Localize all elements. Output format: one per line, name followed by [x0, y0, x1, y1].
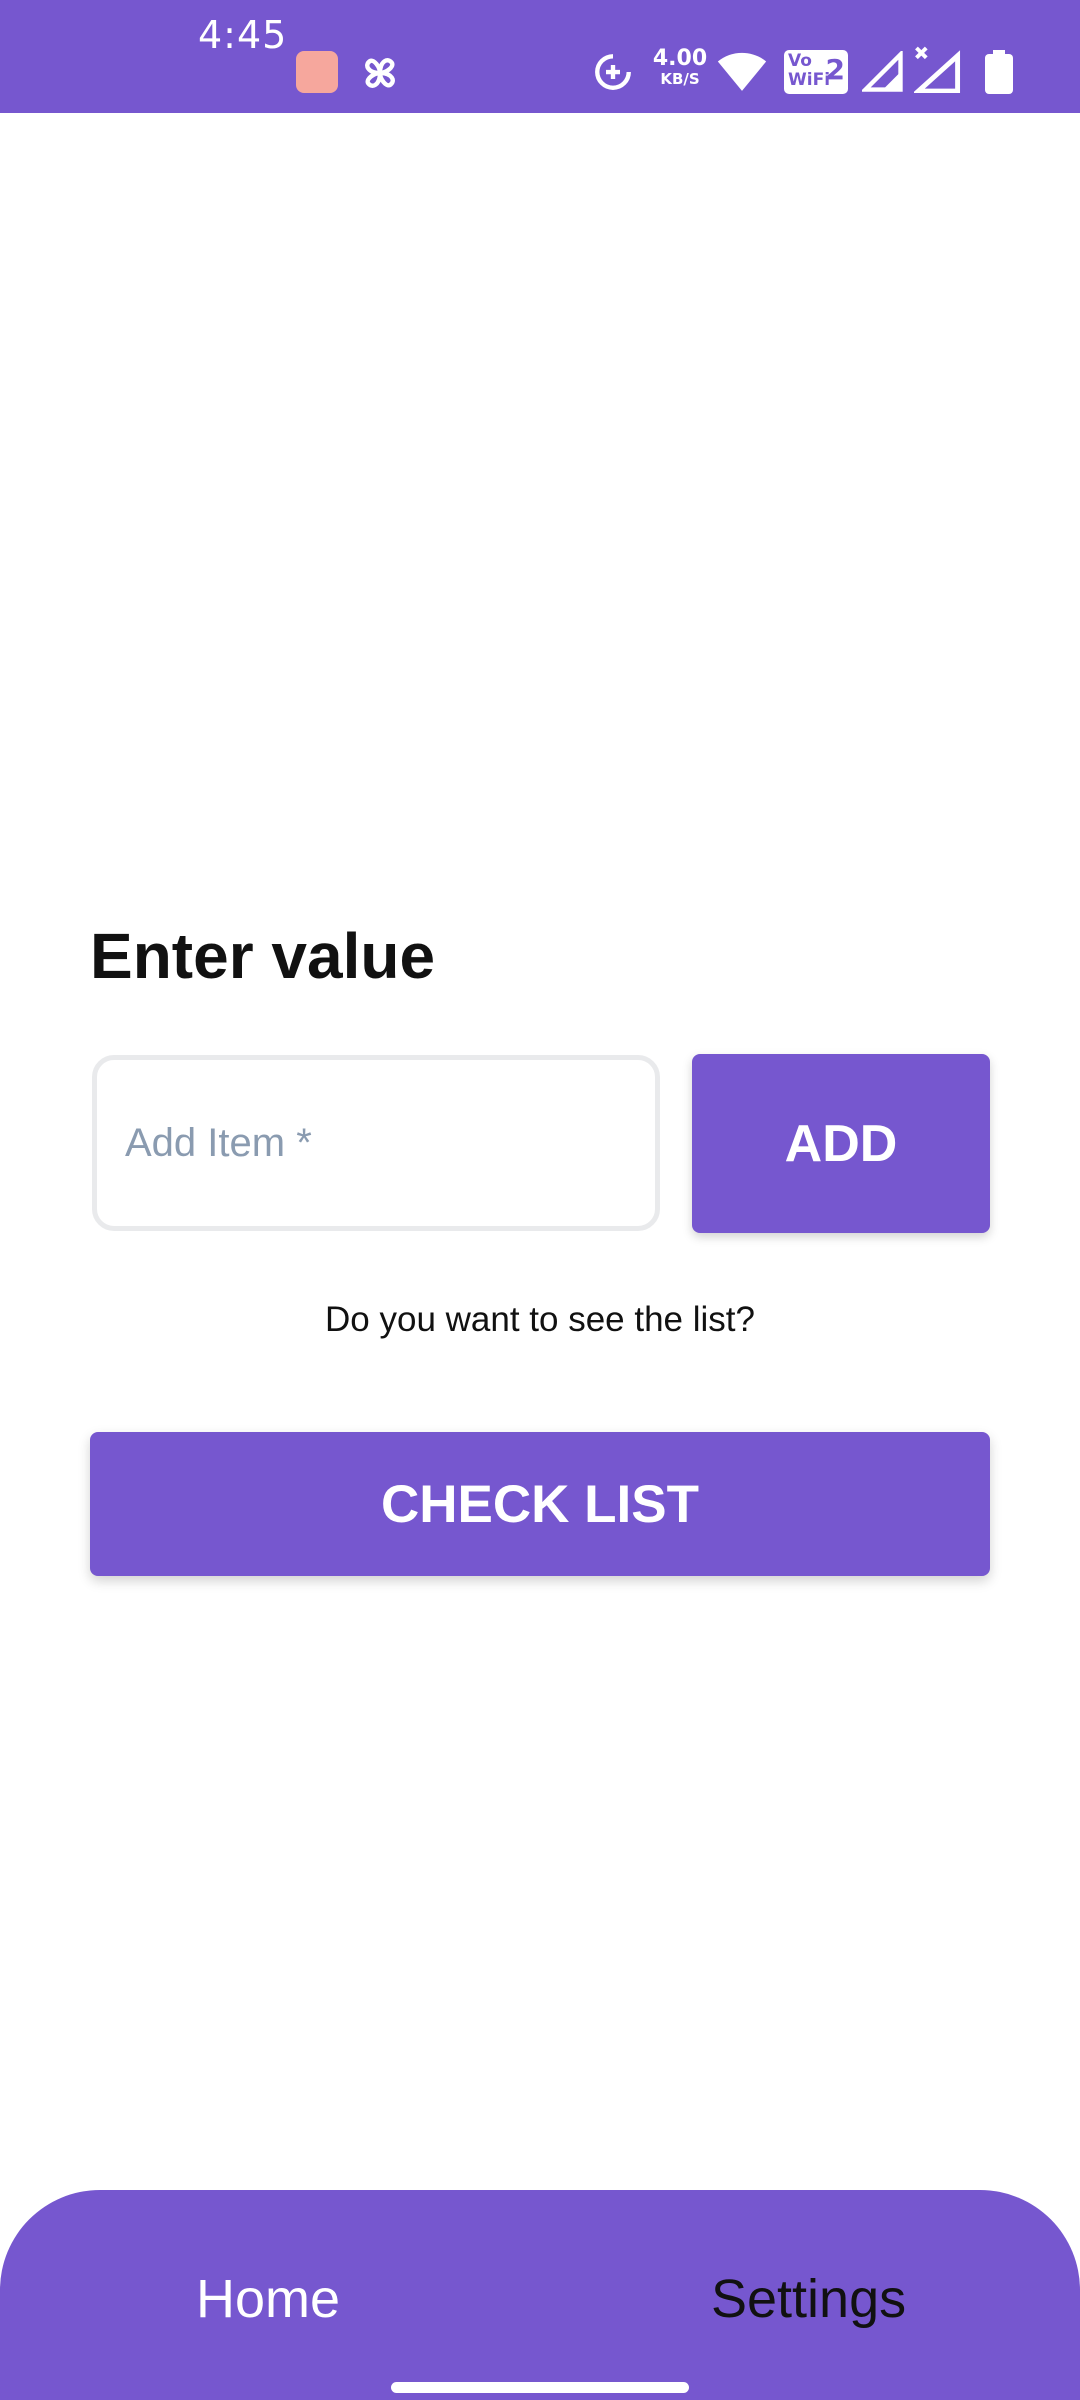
page-title: Enter value — [90, 920, 436, 992]
see-list-prompt: Do you want to see the list? — [325, 1300, 755, 1339]
vowifi-sim: 2 — [825, 53, 845, 86]
app-notification-icon — [296, 51, 338, 93]
status-bar: 4:45 4.00 KB/S Vo WiFi 2 — [0, 0, 1080, 113]
nav-home[interactable]: Home — [196, 2264, 340, 2334]
add-item-input[interactable] — [125, 1060, 625, 1226]
signal-icon — [862, 51, 903, 92]
wifi-icon — [717, 52, 767, 91]
signal-no-data-icon — [914, 46, 961, 93]
network-speed-unit: KB/S — [660, 70, 700, 88]
gesture-home-indicator[interactable] — [391, 2382, 689, 2393]
bottom-navigation: Home Settings — [0, 2190, 1080, 2400]
battery-icon — [985, 50, 1013, 94]
data-saver-icon — [595, 54, 631, 90]
network-speed-value: 4.00 — [652, 46, 708, 71]
add-item-field-container[interactable] — [92, 1055, 660, 1231]
pinwheel-icon — [365, 58, 395, 88]
vowifi-icon: Vo WiFi 2 — [784, 50, 848, 94]
status-time: 4:45 — [198, 13, 288, 57]
check-list-button[interactable]: CHECK LIST — [90, 1432, 990, 1576]
add-button[interactable]: ADD — [692, 1054, 990, 1233]
nav-settings[interactable]: Settings — [711, 2264, 906, 2334]
network-speed: 4.00 KB/S — [650, 48, 710, 94]
